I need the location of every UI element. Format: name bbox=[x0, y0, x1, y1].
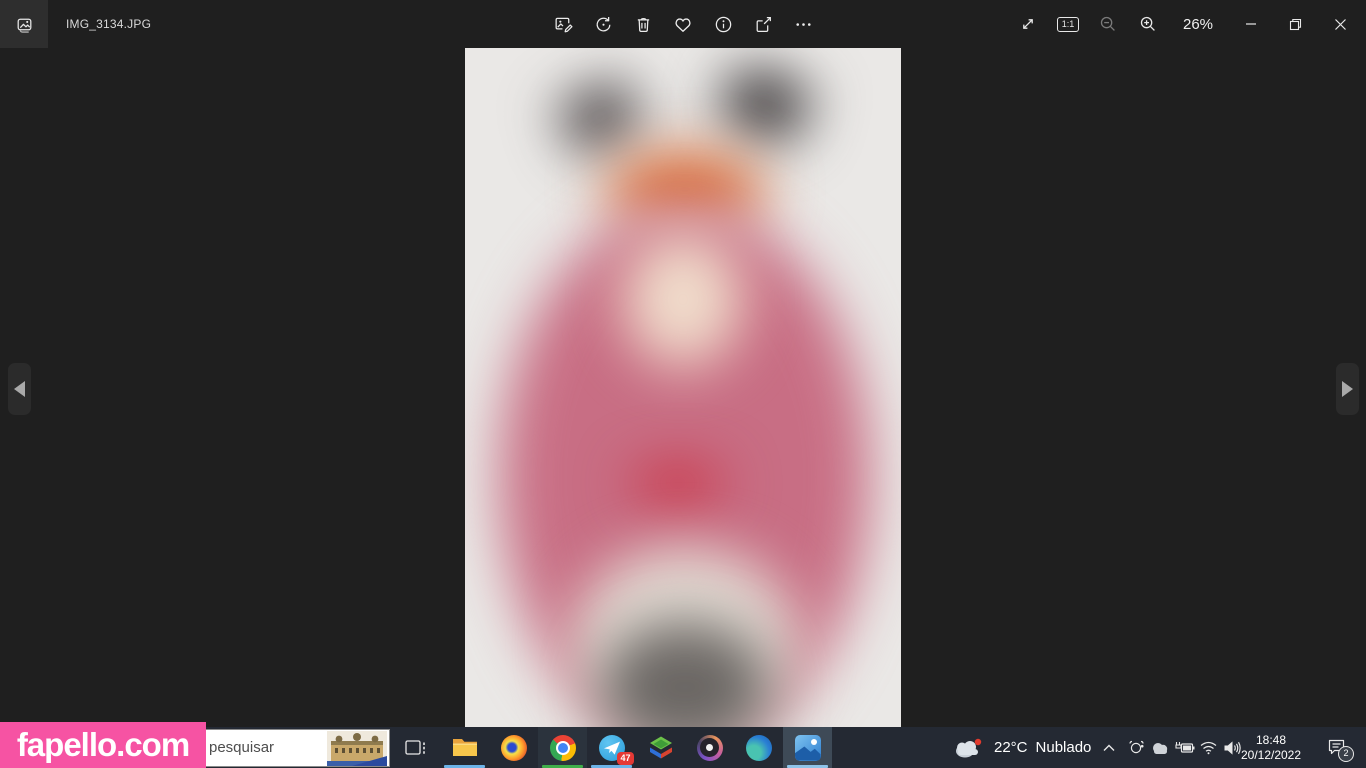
weather-temperature: 22°C bbox=[994, 739, 1028, 756]
edge-icon bbox=[746, 735, 772, 761]
weather-cloud-icon bbox=[952, 736, 986, 760]
taskbar-clock[interactable]: 18:48 20/12/2022 bbox=[1238, 727, 1304, 768]
disc-app-button[interactable] bbox=[685, 727, 734, 768]
photos-app-icon[interactable] bbox=[0, 0, 48, 48]
disc-app-icon bbox=[697, 735, 723, 761]
zoom-in-button[interactable] bbox=[1128, 0, 1168, 48]
previous-arrow-icon bbox=[14, 381, 25, 397]
photo-abstract-shape bbox=[623, 232, 743, 367]
zoom-out-button[interactable] bbox=[1088, 0, 1128, 48]
screen-capture-icon[interactable] bbox=[1124, 727, 1148, 768]
share-button[interactable] bbox=[743, 0, 783, 48]
photo-canvas[interactable] bbox=[465, 47, 901, 727]
edge-button[interactable] bbox=[734, 727, 783, 768]
chrome-icon bbox=[550, 735, 576, 761]
battery-charging-icon[interactable] bbox=[1172, 727, 1197, 768]
photos-app-window: IMG_3134.JPG bbox=[0, 0, 1366, 768]
clock-time: 18:48 bbox=[1256, 733, 1286, 748]
photo-abstract-shape bbox=[630, 467, 725, 499]
onedrive-icon[interactable] bbox=[1148, 727, 1172, 768]
view-controls: 1:1 26% bbox=[1008, 0, 1366, 48]
delete-button[interactable] bbox=[623, 0, 663, 48]
task-view-icon bbox=[404, 737, 428, 759]
watermark-banner: fapello.com bbox=[0, 722, 206, 768]
next-arrow-icon bbox=[1342, 381, 1353, 397]
zoom-level-value: 26% bbox=[1168, 16, 1228, 33]
photo-abstract-shape bbox=[713, 62, 816, 147]
actual-size-label: 1:1 bbox=[1057, 17, 1079, 32]
chrome-button[interactable] bbox=[538, 727, 587, 768]
telegram-unread-badge: 47 bbox=[617, 752, 634, 765]
file-explorer-icon bbox=[452, 737, 478, 758]
restore-button[interactable] bbox=[1273, 0, 1318, 48]
telegram-button[interactable]: 47 bbox=[587, 727, 636, 768]
firefox-icon bbox=[501, 735, 527, 761]
rotate-button[interactable] bbox=[583, 0, 623, 48]
favorite-button[interactable] bbox=[663, 0, 703, 48]
edit-image-button[interactable] bbox=[543, 0, 583, 48]
photos-taskbar-icon bbox=[795, 735, 821, 761]
watermark-text: fapello.com bbox=[17, 726, 189, 764]
notification-center-button[interactable]: 2 bbox=[1314, 727, 1360, 768]
clock-date: 20/12/2022 bbox=[1241, 748, 1301, 763]
search-placeholder-text: pesquisar bbox=[209, 730, 274, 766]
bluestacks-button[interactable] bbox=[636, 727, 685, 768]
hidden-icons-chevron[interactable] bbox=[1096, 727, 1122, 768]
wifi-icon[interactable] bbox=[1197, 727, 1220, 768]
next-image-button[interactable] bbox=[1336, 363, 1359, 415]
image-toolbar bbox=[543, 0, 823, 48]
photos-taskbar-button[interactable] bbox=[783, 727, 832, 768]
minimize-button[interactable] bbox=[1228, 0, 1273, 48]
title-bar: IMG_3134.JPG bbox=[0, 0, 1366, 48]
file-explorer-button[interactable] bbox=[440, 727, 489, 768]
firefox-button[interactable] bbox=[489, 727, 538, 768]
photo-abstract-shape bbox=[553, 76, 648, 158]
task-view-button[interactable] bbox=[391, 727, 440, 768]
weather-widget[interactable]: 22°C Nublado bbox=[952, 727, 1091, 768]
close-button[interactable] bbox=[1318, 0, 1363, 48]
search-highlight-image[interactable] bbox=[327, 731, 387, 767]
notification-count-badge: 2 bbox=[1338, 746, 1354, 762]
bluestacks-icon bbox=[648, 735, 674, 760]
weather-condition: Nublado bbox=[1036, 739, 1092, 756]
photos-app-glyph bbox=[14, 14, 35, 35]
fullscreen-button[interactable] bbox=[1008, 0, 1048, 48]
info-button[interactable] bbox=[703, 0, 743, 48]
previous-image-button[interactable] bbox=[8, 363, 31, 415]
taskbar-app-icons: 47 bbox=[391, 727, 832, 768]
more-options-button[interactable] bbox=[783, 0, 823, 48]
actual-size-button[interactable]: 1:1 bbox=[1048, 0, 1088, 48]
image-filename: IMG_3134.JPG bbox=[66, 0, 151, 48]
